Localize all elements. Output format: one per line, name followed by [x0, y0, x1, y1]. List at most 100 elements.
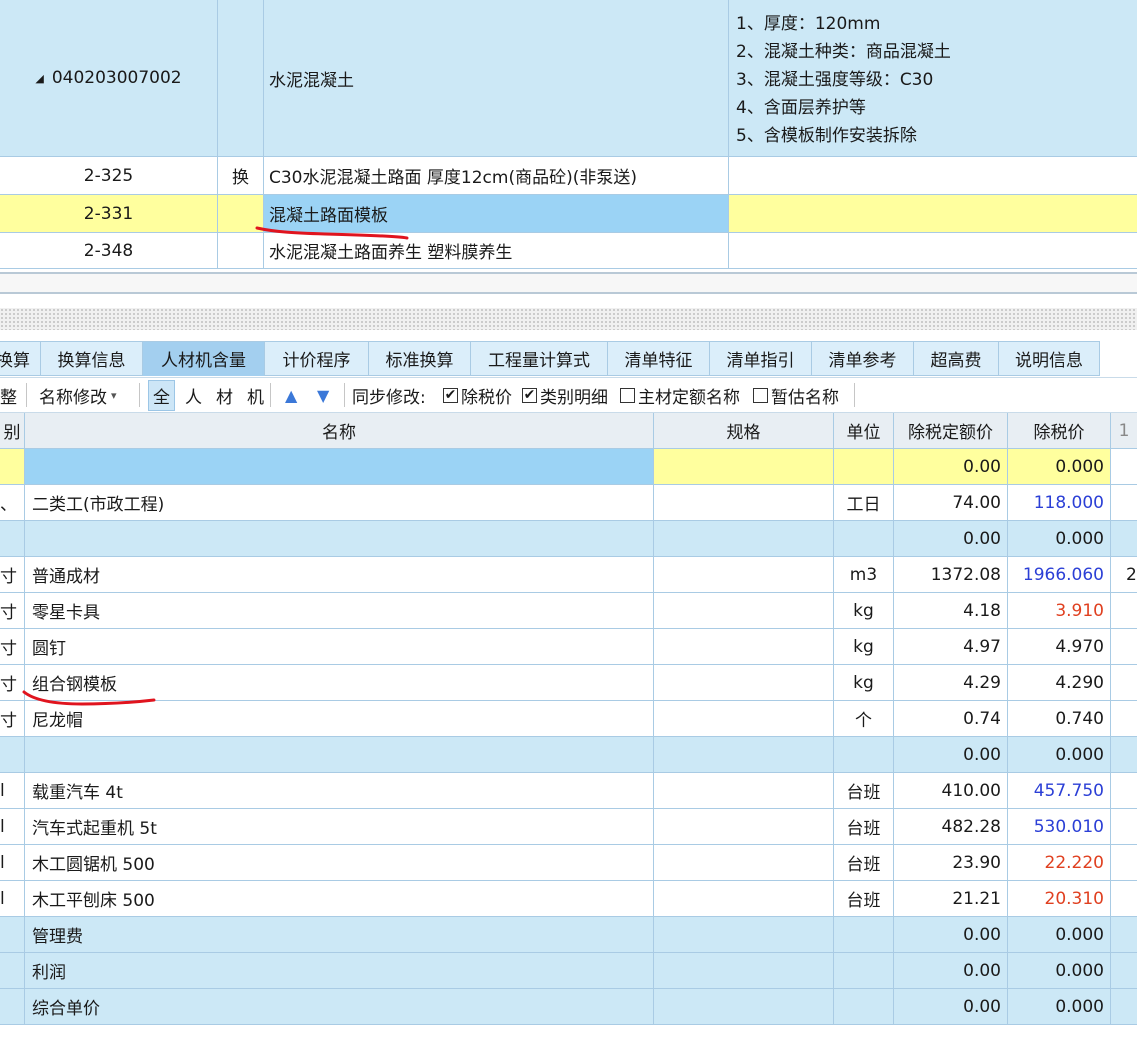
row-tax-price[interactable]: 1966.060 — [1008, 557, 1111, 592]
resource-row[interactable]: 寸零星卡具 kg 4.18 3.910 — [0, 593, 1137, 629]
row-category[interactable] — [0, 917, 25, 952]
resource-row[interactable]: 寸圆钉 kg 4.97 4.970 — [0, 629, 1137, 665]
row-name[interactable]: 汽车式起重机 5t — [25, 809, 654, 844]
filter-material-button[interactable]: 材 — [212, 381, 237, 410]
row-spec[interactable] — [654, 989, 834, 1024]
row-tax-price[interactable]: 3.910 — [1008, 593, 1111, 628]
row-extra[interactable]: 2 — [1111, 557, 1137, 592]
row-quota-price[interactable]: 4.29 — [894, 665, 1008, 700]
row-extra[interactable] — [1111, 737, 1137, 772]
bill-features-cell[interactable]: 1、厚度：120mm 2、混凝土种类：商品混凝土 3、混凝土强度等级：C30 4… — [729, 0, 1137, 156]
row-category[interactable]: 寸 — [0, 701, 25, 736]
bill-code-cell[interactable]: ◢ 040203007002 — [0, 0, 218, 156]
row-quota-price[interactable]: 4.97 — [894, 629, 1008, 664]
row-name[interactable]: 二类工(市政工程) — [25, 485, 654, 520]
arrow-up-icon[interactable]: ▲ — [285, 378, 297, 412]
row-spec[interactable] — [654, 773, 834, 808]
resource-row[interactable]: 寸尼龙帽 个 0.74 0.740 — [0, 701, 1137, 737]
row-unit[interactable] — [834, 737, 894, 772]
row-name[interactable]: 圆钉 — [25, 629, 654, 664]
header-name[interactable]: 名称 — [25, 413, 654, 448]
row-tax-price[interactable]: 0.740 — [1008, 701, 1111, 736]
row-quota-price[interactable]: 0.00 — [894, 737, 1008, 772]
checkbox-estimate-name[interactable]: 暂估名称 — [753, 378, 839, 412]
bill-name-cell[interactable]: 水泥混凝土 — [264, 0, 729, 156]
row-unit[interactable] — [834, 449, 894, 484]
resource-row[interactable]: l 木工平刨床 500 台班 21.21 20.310 — [0, 881, 1137, 917]
resource-row[interactable]: 利润 0.00 0.000 — [0, 953, 1137, 989]
tab-resource-content[interactable]: 人材机含量 — [143, 341, 265, 376]
row-spec[interactable] — [654, 485, 834, 520]
row-tax-price[interactable]: 0.000 — [1008, 953, 1111, 988]
row-category[interactable]: 、 — [0, 485, 25, 520]
row-name[interactable]: 载重汽车 4t — [25, 773, 654, 808]
header-tax-price[interactable]: 除税价 — [1008, 413, 1111, 448]
row-spec[interactable] — [654, 953, 834, 988]
row-unit[interactable] — [834, 917, 894, 952]
row-quota-price[interactable]: 74.00 — [894, 485, 1008, 520]
collapse-triangle-icon[interactable]: ◢ — [35, 72, 43, 85]
row-spec[interactable] — [654, 593, 834, 628]
quota-features[interactable] — [729, 157, 1137, 194]
row-category[interactable] — [0, 953, 25, 988]
row-tax-price[interactable]: 4.970 — [1008, 629, 1111, 664]
quota-features[interactable] — [729, 233, 1137, 268]
row-name[interactable]: 木工平刨床 500 — [25, 881, 654, 916]
adjust-button[interactable]: 整 — [0, 378, 17, 412]
resource-row[interactable]: l 木工圆锯机 500 台班 23.90 22.220 — [0, 845, 1137, 881]
row-extra[interactable] — [1111, 449, 1137, 484]
row-spec[interactable] — [654, 737, 834, 772]
row-name[interactable]: 综合单价 — [25, 989, 654, 1024]
row-spec[interactable] — [654, 521, 834, 556]
splitter-handle[interactable] — [0, 308, 1137, 330]
row-quota-price[interactable]: 0.00 — [894, 917, 1008, 952]
resource-row[interactable]: 综合单价 0.00 0.000 — [0, 989, 1137, 1025]
row-category[interactable]: 寸 — [0, 665, 25, 700]
header-spec[interactable]: 规格 — [654, 413, 834, 448]
resource-row[interactable]: 管理费 0.00 0.000 — [0, 917, 1137, 953]
row-category[interactable] — [0, 989, 25, 1024]
bill-flag-cell[interactable] — [218, 0, 264, 156]
row-category[interactable]: l — [0, 773, 25, 808]
row-category[interactable] — [0, 521, 25, 556]
resource-row[interactable]: 寸组合钢模板 kg 4.29 4.290 — [0, 665, 1137, 701]
rename-dropdown[interactable]: 名称修改 ▾ — [39, 378, 117, 412]
quota-name[interactable]: 混凝土路面模板 — [264, 195, 729, 232]
row-unit[interactable]: 台班 — [834, 881, 894, 916]
row-unit[interactable]: kg — [834, 629, 894, 664]
filter-machine-button[interactable]: 机 — [243, 381, 268, 410]
resource-row[interactable]: l 载重汽车 4t 台班 410.00 457.750 — [0, 773, 1137, 809]
row-extra[interactable] — [1111, 881, 1137, 916]
tab-description[interactable]: 说明信息 — [999, 341, 1100, 376]
row-unit[interactable]: 台班 — [834, 773, 894, 808]
row-tax-price[interactable]: 4.290 — [1008, 665, 1111, 700]
row-extra[interactable] — [1111, 629, 1137, 664]
checkbox-unchecked-icon[interactable] — [753, 387, 768, 403]
row-name[interactable] — [25, 449, 654, 484]
tab-high-rise-fee[interactable]: 超高费 — [914, 341, 999, 376]
row-unit[interactable]: 台班 — [834, 809, 894, 844]
checkbox-category-detail[interactable]: ✔ 类别明细 — [522, 378, 608, 412]
row-extra[interactable] — [1111, 953, 1137, 988]
header-extra[interactable]: 1 — [1111, 413, 1137, 448]
row-tax-price[interactable]: 0.000 — [1008, 989, 1111, 1024]
checkbox-unchecked-icon[interactable] — [620, 387, 635, 403]
row-quota-price[interactable]: 21.21 — [894, 881, 1008, 916]
row-tax-price[interactable]: 0.000 — [1008, 737, 1111, 772]
row-name[interactable]: 零星卡具 — [25, 593, 654, 628]
row-extra[interactable] — [1111, 773, 1137, 808]
row-extra[interactable] — [1111, 665, 1137, 700]
row-extra[interactable] — [1111, 845, 1137, 880]
row-spec[interactable] — [654, 809, 834, 844]
row-spec[interactable] — [654, 449, 834, 484]
row-spec[interactable] — [654, 557, 834, 592]
row-quota-price[interactable]: 0.00 — [894, 449, 1008, 484]
row-category[interactable] — [0, 449, 25, 484]
row-spec[interactable] — [654, 629, 834, 664]
quota-features[interactable] — [729, 195, 1137, 232]
resource-row[interactable]: 0.00 0.000 — [0, 521, 1137, 557]
row-name[interactable]: 管理费 — [25, 917, 654, 952]
row-quota-price[interactable]: 0.00 — [894, 989, 1008, 1024]
row-spec[interactable] — [654, 845, 834, 880]
row-category[interactable]: l — [0, 881, 25, 916]
